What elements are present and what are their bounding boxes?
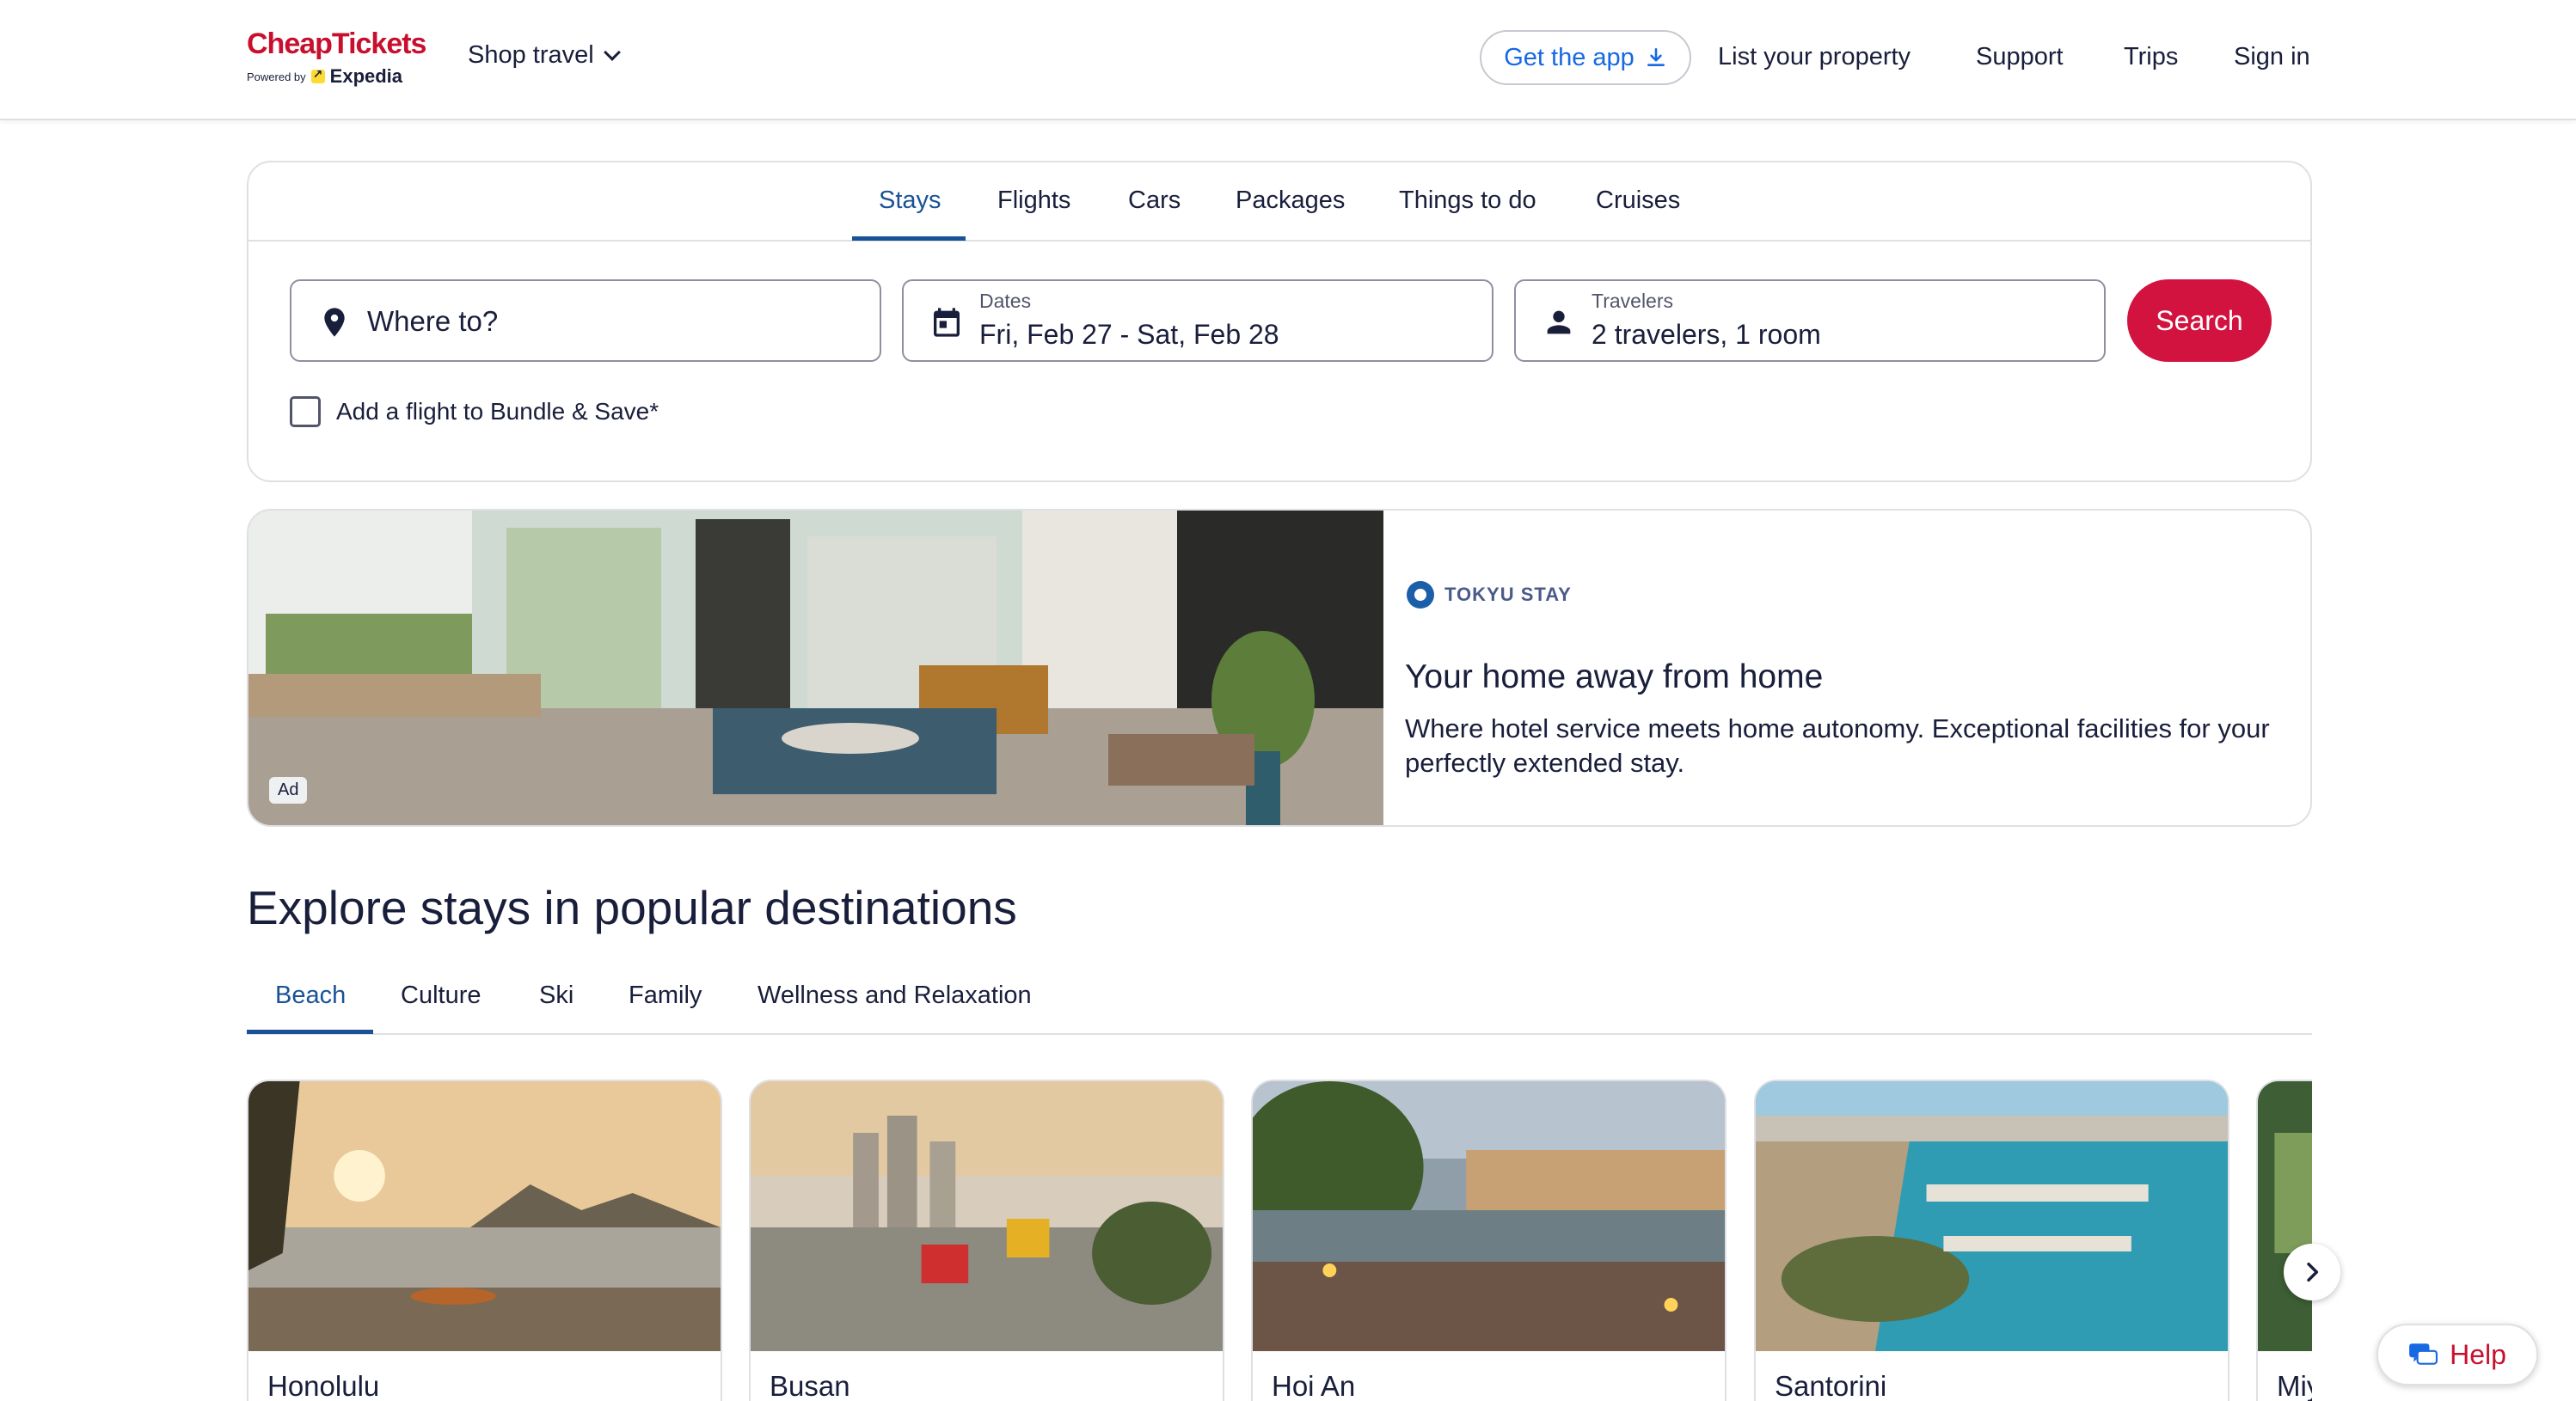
category-tab-beach[interactable]: Beach <box>275 982 346 1010</box>
destination-field[interactable]: Where to? <box>290 279 881 362</box>
santorini-image <box>1756 1081 2228 1351</box>
tab-packages[interactable]: Packages <box>1236 187 1345 215</box>
person-icon <box>1547 310 1571 334</box>
cheaptickets-logo[interactable]: CheapTickets Powered by Expedia <box>247 28 426 89</box>
hotel-lobby-image <box>248 511 1383 825</box>
miyako-image <box>2258 1081 2312 1351</box>
destination-card[interactable]: Santorini <box>1754 1080 2229 1401</box>
partner-name: Expedia <box>329 65 403 87</box>
ad-brand: TOKYU STAY <box>1444 584 1572 605</box>
destination-placeholder: Where to? <box>367 305 499 337</box>
category-tab-wellness[interactable]: Wellness and Relaxation <box>757 982 1032 1010</box>
tab-things-to-do[interactable]: Things to do <box>1399 187 1536 215</box>
dates-field[interactable]: Dates Fri, Feb 27 - Sat, Feb 28 <box>902 279 1493 362</box>
chevron-down-icon <box>603 43 621 61</box>
help-label: Help <box>2450 1338 2506 1370</box>
destination-name: Miy <box>2277 1370 2312 1401</box>
category-tab-family[interactable]: Family <box>629 982 702 1010</box>
ad-description: Where hotel service meets home autonomy.… <box>1405 713 2270 778</box>
tab-cars[interactable]: Cars <box>1128 187 1181 215</box>
chevron-right-icon <box>2307 1262 2319 1282</box>
search-tabs: Stays Flights Cars Packages Things to do… <box>248 162 2310 242</box>
support-link[interactable]: Support <box>1976 43 2064 71</box>
destination-name: Busan <box>770 1370 850 1401</box>
brand-name: CheapTickets <box>247 28 426 60</box>
location-pin-icon <box>324 308 345 337</box>
help-button[interactable]: Help <box>2377 1324 2538 1386</box>
shop-travel-label: Shop travel <box>468 41 594 69</box>
honolulu-image <box>248 1081 721 1351</box>
trips-link[interactable]: Trips <box>2124 43 2178 71</box>
travelers-field[interactable]: Travelers 2 travelers, 1 room <box>1514 279 2106 362</box>
get-app-label: Get the app <box>1504 43 1635 71</box>
sign-in-link[interactable]: Sign in <box>2234 43 2310 71</box>
bundle-checkbox[interactable] <box>290 396 321 427</box>
destination-name: Santorini <box>1775 1370 1887 1401</box>
get-the-app-button[interactable]: Get the app <box>1480 30 1691 85</box>
tokyu-stay-logo: TOKYU STAY <box>1405 579 1572 610</box>
powered-by: Powered by Expedia <box>247 65 419 88</box>
ad-title: Your home away from home <box>1405 658 1824 695</box>
list-your-property-link[interactable]: List your property <box>1718 43 1911 71</box>
destination-card[interactable]: Busan <box>749 1080 1224 1401</box>
tab-flights[interactable]: Flights <box>997 187 1070 215</box>
active-category-indicator <box>247 1030 373 1034</box>
destination-name: Hoi An <box>1272 1370 1356 1401</box>
category-tab-culture[interactable]: Culture <box>401 982 481 1010</box>
bundle-flight-option[interactable]: Add a flight to Bundle & Save* <box>290 396 659 427</box>
powered-by-label: Powered by <box>247 70 306 83</box>
download-icon <box>1647 47 1665 66</box>
top-header: CheapTickets Powered by Expedia Shop tra… <box>0 0 2576 120</box>
tab-cruises[interactable]: Cruises <box>1596 187 1680 215</box>
active-tab-indicator <box>852 236 966 241</box>
busan-image <box>751 1081 1223 1351</box>
travelers-value: 2 travelers, 1 room <box>1592 319 1821 350</box>
calendar-icon <box>934 308 960 337</box>
chat-bubble-icon <box>2409 1343 2438 1365</box>
section-title: Explore stays in popular destinations <box>247 881 1017 934</box>
destination-card[interactable]: Honolulu <box>247 1080 722 1401</box>
tab-stays[interactable]: Stays <box>879 187 941 215</box>
carousel-next-button[interactable] <box>2284 1244 2340 1300</box>
destination-card[interactable]: Hoi An <box>1251 1080 1727 1401</box>
tokyu-flower-icon <box>1407 581 1434 609</box>
ad-banner[interactable]: Ad TOKYU STAY Your home away from home W… <box>247 509 2312 827</box>
category-tab-ski[interactable]: Ski <box>539 982 573 1010</box>
destination-name: Honolulu <box>267 1370 380 1401</box>
destination-card[interactable]: Miy <box>2256 1080 2312 1401</box>
search-form-card: Stays Flights Cars Packages Things to do… <box>247 161 2312 482</box>
dates-value: Fri, Feb 27 - Sat, Feb 28 <box>979 319 1279 350</box>
shop-travel-menu[interactable]: Shop travel <box>468 41 621 70</box>
bundle-label: Add a flight to Bundle & Save* <box>336 398 659 425</box>
hoi-an-image <box>1253 1081 1725 1351</box>
travelers-label: Travelers <box>1592 290 1673 312</box>
search-button[interactable]: Search <box>2127 279 2272 362</box>
category-tabs: Beach Culture Ski Family Wellness and Re… <box>247 963 2312 1035</box>
dates-label: Dates <box>979 290 1032 312</box>
expedia-icon <box>310 67 325 83</box>
ad-badge: Ad <box>269 777 308 804</box>
